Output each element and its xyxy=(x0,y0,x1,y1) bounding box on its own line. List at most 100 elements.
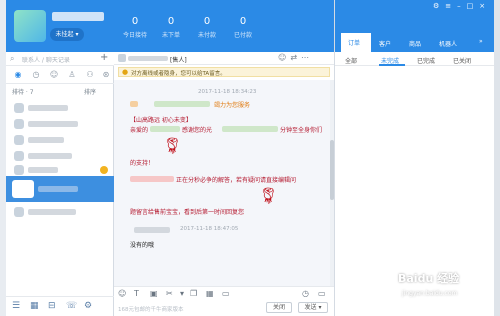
message-line: 没有的哦 xyxy=(130,242,155,249)
background-window-edge xyxy=(494,0,500,316)
contact-name-blurred xyxy=(38,186,78,192)
grid-icon[interactable]: ▦ xyxy=(30,301,39,311)
bookmark-icon[interactable]: ⊟ xyxy=(48,301,56,311)
message-line: 竭力为您服务 xyxy=(214,102,251,109)
order-tab-all[interactable]: 全部 xyxy=(345,56,357,65)
menu-icon[interactable]: ≡ xyxy=(445,2,457,10)
order-tab-finished[interactable]: 已完成 xyxy=(417,56,435,65)
stat-label: 今日接待 xyxy=(122,32,147,39)
order-tab-closed[interactable]: 已关闭 xyxy=(453,56,471,65)
menu-icon[interactable]: ☰ xyxy=(12,301,20,311)
network-icon[interactable]: ⊛ xyxy=(100,69,112,81)
avatar xyxy=(14,165,24,175)
contact-sidebar: 未挂起 ▾ ⌕ 联系人 / 聊天记录 + ◉ ◷ ☺ ♙ ⚇ ⊛ 排待 · 7 … xyxy=(6,0,114,316)
more-tabs-icon[interactable]: » xyxy=(479,38,483,45)
message-line: 亲爱的 xyxy=(130,127,149,134)
image-icon[interactable]: ▣ xyxy=(150,289,158,298)
notification-badge xyxy=(100,166,108,174)
add-icon[interactable]: + xyxy=(100,52,108,63)
send-label: 发送 xyxy=(304,304,317,311)
contact-name: [售人] xyxy=(170,57,187,64)
tab-label: 订单 xyxy=(348,40,361,47)
search-bar[interactable]: ⌕ 联系人 / 聊天记录 + xyxy=(6,52,114,66)
minimize-icon[interactable]: – xyxy=(457,2,467,10)
offline-notice: ● 对方离线或者隐身，您可以给TA留言。 xyxy=(118,67,330,77)
close-button[interactable]: 关闭 xyxy=(266,302,292,313)
tab-customers[interactable]: 客户 xyxy=(379,39,391,48)
clock-icon[interactable]: ◷ xyxy=(30,69,42,81)
conversation-item[interactable] xyxy=(6,116,114,132)
face-icon[interactable]: ☺ xyxy=(278,53,290,62)
phone-icon[interactable]: ☏ xyxy=(66,301,77,311)
group-icon[interactable]: ♙ xyxy=(66,69,78,81)
font-icon[interactable]: T xyxy=(134,289,139,298)
search-input[interactable]: 联系人 / 聊天记录 xyxy=(22,55,70,64)
conversation-item-active[interactable] xyxy=(6,176,114,202)
clipboard-icon[interactable]: ❐ xyxy=(190,289,197,298)
more-icon[interactable]: ⋯ xyxy=(301,53,313,62)
redacted-text xyxy=(130,101,138,107)
grid-icon[interactable]: ▦ xyxy=(206,289,214,298)
stat-label: 未付款 xyxy=(197,32,216,39)
order-panel: ⚙≡–□× 订单 客户 商品 机器人 » 全部 未完成 已完成 已关闭 xyxy=(334,0,495,316)
tab-products[interactable]: 商品 xyxy=(409,39,421,48)
conversation-item[interactable] xyxy=(6,100,114,116)
avatar xyxy=(14,103,24,113)
share-icon[interactable]: ⇄ xyxy=(290,53,301,62)
conversation-item[interactable] xyxy=(6,132,114,148)
tab-orders[interactable]: 订单 xyxy=(341,33,371,52)
contact-name-blurred xyxy=(28,137,64,143)
avatar xyxy=(14,151,24,161)
history-icon[interactable]: ▭ xyxy=(318,289,326,298)
shop-avatar[interactable] xyxy=(14,10,46,42)
shop-name-blurred xyxy=(52,12,104,21)
conversation-item[interactable] xyxy=(6,204,114,220)
stat-value: 0 xyxy=(203,16,211,27)
chat-toolbar: ☺ T ▣ ✂ ▾ ❐ ▦ ▭ ◷ ▭ xyxy=(114,286,334,300)
message-line: 分钟至全身你们 xyxy=(280,127,323,134)
maximize-icon[interactable]: □ xyxy=(467,2,480,10)
chat-icon[interactable]: ◉ xyxy=(12,69,24,81)
settings-icon[interactable]: ⚙ xyxy=(433,2,445,10)
sort-row: 排待 · 7 排序 xyxy=(6,85,114,97)
stat-value: 0 xyxy=(167,16,175,27)
contact-avatar xyxy=(118,54,126,62)
message-line: 感谢您的光 xyxy=(182,127,213,134)
watermark-url: jingyan.baidu.com xyxy=(402,290,458,297)
stat-value: 0 xyxy=(131,16,139,27)
send-button[interactable]: 发送 ▾ xyxy=(298,302,328,313)
message-input[interactable]: 168元包邮的千牛商家版本 xyxy=(118,305,184,313)
order-status-tabs: 全部 未完成 已完成 已关闭 xyxy=(335,52,495,66)
right-header: ⚙≡–□× 订单 客户 商品 机器人 » xyxy=(335,0,495,52)
right-tab-bar: 订单 客户 商品 机器人 » xyxy=(335,33,495,52)
team-icon[interactable]: ⚇ xyxy=(84,69,96,81)
chevron-down-icon[interactable]: ▾ xyxy=(180,289,184,298)
message-line: 的支持！ xyxy=(130,160,155,167)
message-line: 【山高路远 初心未变】 xyxy=(130,117,192,124)
redacted-text xyxy=(222,126,278,132)
contact-name-blurred xyxy=(128,56,168,61)
tab-robot[interactable]: 机器人 xyxy=(439,39,457,48)
scissors-icon[interactable]: ✂ xyxy=(166,289,173,298)
stat-unpaid: 0 未付款 xyxy=(188,16,226,39)
contact-name-blurred xyxy=(28,153,72,159)
user-icon[interactable]: ☺ xyxy=(48,69,60,81)
message-timestamp: 2017-11-18 18:34:23 xyxy=(198,89,257,95)
message-list: 2017-11-18 18:34:23 竭力为您服务 【山高路远 初心未变】 亲… xyxy=(114,80,330,286)
emoji-icon[interactable]: ☺ xyxy=(118,289,126,298)
avatar xyxy=(14,207,24,217)
avatar xyxy=(12,180,34,198)
stats-bar: 0 今日接待 0 未下单 0 未付款 0 已付款 xyxy=(114,0,334,52)
settings-icon[interactable]: ⚙ xyxy=(84,301,92,311)
stat-label: 未下单 xyxy=(161,32,180,39)
contact-name-blurred xyxy=(28,105,68,111)
status-dropdown[interactable]: 未挂起 ▾ xyxy=(50,28,84,41)
bulb-icon: ● xyxy=(122,68,129,76)
stat-value: 0 xyxy=(239,16,247,27)
close-icon[interactable]: × xyxy=(479,2,491,10)
window-icon[interactable]: ▭ xyxy=(222,289,230,298)
sort-button[interactable]: 排序 xyxy=(84,87,96,96)
clock-icon[interactable]: ◷ xyxy=(302,289,309,298)
message-input-area[interactable]: 168元包邮的千牛商家版本 关闭 发送 ▾ xyxy=(114,300,334,316)
stat-not-ordered: 0 未下单 xyxy=(152,16,190,39)
